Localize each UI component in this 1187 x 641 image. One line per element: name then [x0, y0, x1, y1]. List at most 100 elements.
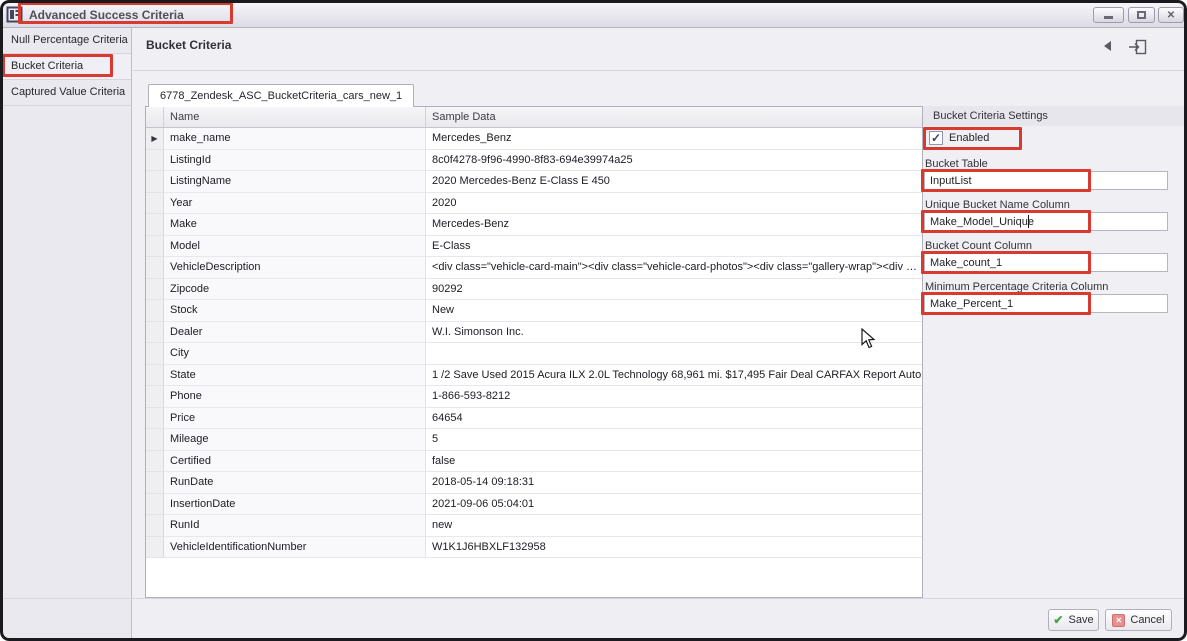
minimize-button[interactable] — [1093, 7, 1124, 23]
cell-value[interactable]: 2020 Mercedes-Benz E-Class E 450 — [426, 171, 922, 193]
table-row[interactable]: State 1 /2 Save Used 2015 Acura ILX 2.0L… — [146, 365, 922, 387]
table-row[interactable]: Stock New — [146, 300, 922, 322]
cell-value[interactable]: 1-866-593-8212 — [426, 386, 922, 408]
cell-name[interactable]: Phone — [164, 386, 426, 408]
save-button[interactable]: ✔ Save — [1048, 609, 1099, 631]
row-indicator — [146, 451, 164, 473]
cell-name[interactable]: Price — [164, 408, 426, 430]
enabled-label: Enabled — [949, 132, 989, 144]
cell-name[interactable]: Certified — [164, 451, 426, 473]
cell-name[interactable]: State — [164, 365, 426, 387]
row-indicator — [146, 386, 164, 408]
enabled-checkbox[interactable]: ✓ — [929, 131, 943, 145]
row-indicator — [146, 472, 164, 494]
minimum-percentage-criteria-column-label: Minimum Percentage Criteria Column — [925, 281, 1108, 293]
cell-value[interactable]: <div class="vehicle-card-main"><div clas… — [426, 257, 922, 279]
row-indicator — [146, 150, 164, 172]
row-indicator — [146, 236, 164, 258]
table-row[interactable]: ListingName 2020 Mercedes-Benz E-Class E… — [146, 171, 922, 193]
cell-value[interactable]: new — [426, 515, 922, 537]
row-indicator — [146, 537, 164, 559]
table-row[interactable]: VehicleIdentificationNumber W1K1J6HBXLF1… — [146, 537, 922, 559]
cell-value[interactable]: 2021-09-06 05:04:01 — [426, 494, 922, 516]
cell-name[interactable]: VehicleIdentificationNumber — [164, 537, 426, 559]
table-row[interactable]: VehicleDescription <div class="vehicle-c… — [146, 257, 922, 279]
sidebar-item-bucket-criteria[interactable]: Bucket Criteria — [3, 54, 131, 80]
save-check-icon: ✔ — [1053, 613, 1063, 627]
cell-value[interactable] — [426, 343, 922, 365]
sidebar-item-null-percentage-criteria[interactable]: Null Percentage Criteria — [3, 28, 131, 54]
table-row[interactable]: ▶ make_name Mercedes_Benz — [146, 128, 922, 150]
grid-column-header-sample-data[interactable]: Sample Data — [426, 107, 922, 127]
cell-value[interactable]: 64654 — [426, 408, 922, 430]
cancel-button[interactable]: ✕ Cancel — [1105, 609, 1172, 631]
cell-name[interactable]: ListingName — [164, 171, 426, 193]
table-row[interactable]: Zipcode 90292 — [146, 279, 922, 301]
cell-name[interactable]: RunId — [164, 515, 426, 537]
table-row[interactable]: Year 2020 — [146, 193, 922, 215]
cell-value[interactable]: 8c0f4278-9f96-4990-8f83-694e39974a25 — [426, 150, 922, 172]
table-row[interactable]: Model E-Class — [146, 236, 922, 258]
dock-panel-icon[interactable] — [1128, 38, 1148, 56]
sidebar: Null Percentage Criteria Bucket Criteria… — [3, 28, 132, 638]
cell-value[interactable]: 2018-05-14 09:18:31 — [426, 472, 922, 494]
table-row[interactable]: InsertionDate 2021-09-06 05:04:01 — [146, 494, 922, 516]
cell-name[interactable]: VehicleDescription — [164, 257, 426, 279]
close-button[interactable]: ✕ — [1158, 7, 1184, 23]
bucket-count-column-input[interactable] — [924, 253, 1168, 272]
table-row[interactable]: City — [146, 343, 922, 365]
checkmark-icon: ✓ — [931, 132, 941, 144]
cell-name[interactable]: Dealer — [164, 322, 426, 344]
cell-name[interactable]: InsertionDate — [164, 494, 426, 516]
cell-name[interactable]: Mileage — [164, 429, 426, 451]
table-row[interactable]: ListingId 8c0f4278-9f96-4990-8f83-694e39… — [146, 150, 922, 172]
bucket-count-column-label: Bucket Count Column — [925, 240, 1032, 252]
page-title: Bucket Criteria — [146, 38, 231, 52]
maximize-button[interactable] — [1128, 7, 1155, 23]
cell-value[interactable]: Mercedes_Benz — [426, 128, 922, 150]
minimize-icon — [1104, 16, 1113, 19]
cell-name[interactable]: Zipcode — [164, 279, 426, 301]
cell-value[interactable]: 2020 — [426, 193, 922, 215]
cell-value[interactable]: W1K1J6HBXLF132958 — [426, 537, 922, 559]
enabled-checkbox-row[interactable]: ✓ Enabled — [929, 131, 989, 145]
cell-name[interactable]: Model — [164, 236, 426, 258]
cell-name[interactable]: ListingId — [164, 150, 426, 172]
cell-value[interactable]: 1 /2 Save Used 2015 Acura ILX 2.0L Techn… — [426, 365, 922, 387]
maximize-icon — [1137, 11, 1146, 19]
cell-name[interactable]: Make — [164, 214, 426, 236]
table-row[interactable]: Make Mercedes-Benz — [146, 214, 922, 236]
table-row[interactable]: Phone 1-866-593-8212 — [146, 386, 922, 408]
row-indicator — [146, 408, 164, 430]
cell-value[interactable]: 5 — [426, 429, 922, 451]
sample-table-body: ▶ make_name Mercedes_Benz ListingId 8c0f… — [146, 128, 922, 558]
unique-bucket-name-column-input[interactable] — [924, 212, 1168, 231]
table-row[interactable]: Mileage 5 — [146, 429, 922, 451]
grid-column-header-name[interactable]: Name — [164, 107, 426, 127]
save-button-label: Save — [1068, 614, 1093, 626]
bucket-table-input[interactable] — [924, 171, 1168, 190]
cell-name[interactable]: City — [164, 343, 426, 365]
cell-value[interactable]: New — [426, 300, 922, 322]
table-row[interactable]: RunDate 2018-05-14 09:18:31 — [146, 472, 922, 494]
table-row[interactable]: RunId new — [146, 515, 922, 537]
collapse-left-icon[interactable] — [1104, 41, 1111, 51]
sidebar-item-captured-value-criteria[interactable]: Captured Value Criteria — [3, 80, 131, 106]
window-title: Advanced Success Criteria — [29, 8, 184, 22]
table-row[interactable]: Price 64654 — [146, 408, 922, 430]
table-row[interactable]: Dealer W.I. Simonson Inc. — [146, 322, 922, 344]
cell-value[interactable]: W.I. Simonson Inc. — [426, 322, 922, 344]
table-row[interactable]: Certified false — [146, 451, 922, 473]
row-indicator — [146, 429, 164, 451]
cell-value[interactable]: 90292 — [426, 279, 922, 301]
cell-value[interactable]: Mercedes-Benz — [426, 214, 922, 236]
minimum-percentage-criteria-column-input[interactable] — [924, 294, 1168, 313]
cell-name[interactable]: RunDate — [164, 472, 426, 494]
cell-name[interactable]: Stock — [164, 300, 426, 322]
tab-bucket-criteria-dataset[interactable]: 6778_Zendesk_ASC_BucketCriteria_cars_new… — [148, 84, 414, 107]
cell-value[interactable]: E-Class — [426, 236, 922, 258]
cell-value[interactable]: false — [426, 451, 922, 473]
text-caret — [1028, 215, 1029, 228]
cell-name[interactable]: make_name — [164, 128, 426, 150]
cell-name[interactable]: Year — [164, 193, 426, 215]
